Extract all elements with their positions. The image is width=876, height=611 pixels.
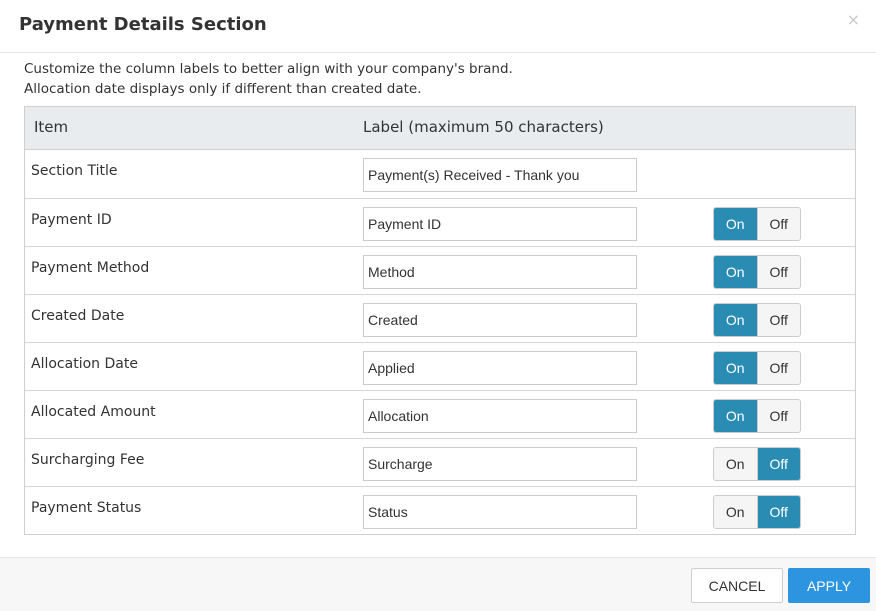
header-item: Item [34, 118, 69, 136]
visibility-toggle: On Off [713, 399, 801, 433]
toggle-on-button[interactable]: On [714, 256, 758, 288]
row-item-name: Surcharging Fee [31, 452, 145, 468]
toggle-on-button[interactable]: On [714, 400, 758, 432]
dialog-header: Payment Details Section × [0, 0, 876, 53]
toggle-off-button[interactable]: Off [757, 256, 800, 288]
payment-details-dialog: Payment Details Section × Customize the … [0, 0, 876, 611]
visibility-toggle: On Off [713, 495, 801, 529]
header-label: Label (maximum 50 characters) [363, 118, 604, 136]
toggle-on-button[interactable]: On [714, 208, 758, 240]
table-row: Allocation Date OnOff [25, 342, 855, 390]
table-row: Section Title [25, 150, 855, 198]
label-input[interactable] [363, 399, 637, 433]
row-item-name: Payment Status [31, 500, 142, 516]
table-row: Created Date OnOff [25, 294, 855, 342]
label-input[interactable] [363, 351, 637, 385]
description-line: Customize the column labels to better al… [24, 61, 513, 77]
toggle-on-button[interactable]: On [714, 448, 758, 480]
visibility-toggle: On Off [713, 303, 801, 337]
label-input[interactable] [363, 495, 637, 529]
cancel-button[interactable]: CANCEL [691, 568, 783, 603]
visibility-toggle: On Off [713, 255, 801, 289]
row-item-name: Payment Method [31, 260, 150, 276]
row-item-name: Section Title [31, 163, 118, 179]
dialog-footer: CANCEL APPLY [0, 557, 876, 611]
close-icon[interactable]: × [847, 10, 860, 30]
label-input[interactable] [363, 158, 637, 192]
toggle-off-button[interactable]: Off [757, 304, 800, 336]
label-input[interactable] [363, 447, 637, 481]
toggle-off-button[interactable]: Off [757, 400, 800, 432]
toggle-on-button[interactable]: On [714, 352, 758, 384]
toggle-off-button[interactable]: Off [757, 496, 800, 528]
row-item-name: Allocation Date [31, 356, 138, 372]
row-item-name: Created Date [31, 308, 125, 324]
table-header: Item Label (maximum 50 characters) [25, 107, 855, 150]
dialog-description: Customize the column labels to better al… [24, 59, 513, 99]
table-row: Payment Method OnOff [25, 246, 855, 294]
visibility-toggle: On Off [713, 351, 801, 385]
toggle-off-button[interactable]: Off [757, 208, 800, 240]
row-item-name: Allocated Amount [31, 404, 156, 420]
dialog-title: Payment Details Section [19, 14, 267, 35]
label-input[interactable] [363, 303, 637, 337]
table-row: Allocated Amount OnOff [25, 390, 855, 438]
label-input[interactable] [363, 255, 637, 289]
visibility-toggle: On Off [713, 447, 801, 481]
toggle-on-button[interactable]: On [714, 496, 758, 528]
label-input[interactable] [363, 207, 637, 241]
toggle-off-button[interactable]: Off [757, 448, 800, 480]
labels-table: Item Label (maximum 50 characters) Secti… [24, 106, 856, 535]
table-row: Payment ID OnOff [25, 198, 855, 246]
table-row: Payment Status OnOff [25, 486, 855, 534]
toggle-on-button[interactable]: On [714, 304, 758, 336]
table-row: Surcharging Fee OnOff [25, 438, 855, 486]
description-line: Allocation date displays only if differe… [24, 81, 422, 97]
visibility-toggle: On Off [713, 207, 801, 241]
toggle-off-button[interactable]: Off [757, 352, 800, 384]
apply-button[interactable]: APPLY [788, 568, 870, 603]
row-item-name: Payment ID [31, 212, 112, 228]
